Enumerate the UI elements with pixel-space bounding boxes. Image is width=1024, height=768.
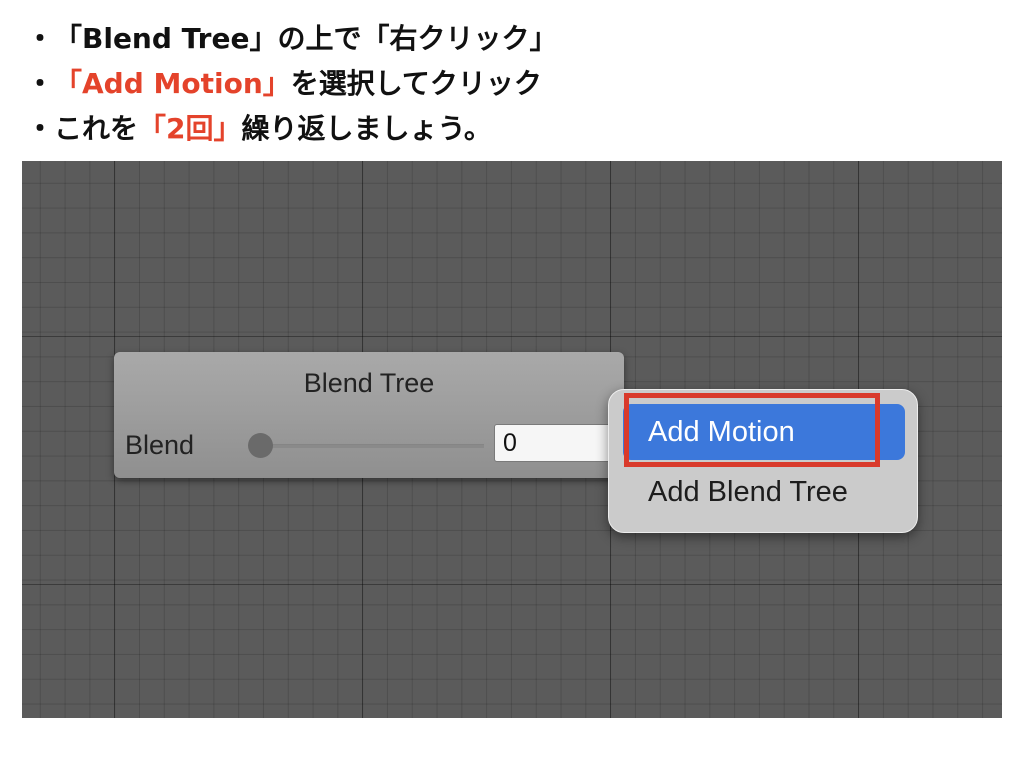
node-title: Blend Tree xyxy=(303,368,435,398)
menu-item-add-blend-tree[interactable]: Add Blend Tree xyxy=(623,464,905,520)
blend-parameter-label: Blend xyxy=(125,430,195,460)
instruction-line-2: ・ 「Add Motion」 を選択してクリック xyxy=(26,59,1006,104)
bullet: ・ xyxy=(26,111,55,145)
blend-slider-track[interactable] xyxy=(262,444,484,448)
annotation-highlight-box xyxy=(624,393,880,467)
instruction-text-1: 「Blend Tree」の上で「右クリック」 xyxy=(54,21,558,55)
instruction-line-1: ・ 「Blend Tree」の上で「右クリック」 xyxy=(26,14,1006,59)
animator-graph-canvas[interactable]: Blend Tree Blend 0 Add Motion Add Blend … xyxy=(22,161,1002,718)
bullet: ・ xyxy=(26,66,55,100)
instruction-highlight-twice: 「2回」 xyxy=(138,111,242,145)
blend-slider-handle[interactable] xyxy=(248,433,273,458)
instruction-text-2: を選択してクリック xyxy=(290,66,542,100)
instruction-highlight-add-motion: 「Add Motion」 xyxy=(54,66,291,100)
blend-tree-node[interactable]: Blend Tree Blend 0 xyxy=(114,352,624,478)
instruction-line-3: ・ これを 「2回」 繰り返しましょう。 xyxy=(26,104,1006,149)
bullet: ・ xyxy=(26,21,55,55)
blend-value-field[interactable]: 0 xyxy=(494,424,614,462)
instruction-text: ・ 「Blend Tree」の上で「右クリック」 ・ 「Add Motion」 … xyxy=(26,14,1006,149)
instruction-prefix-3: これを xyxy=(54,111,139,145)
instruction-text-3: 繰り返しましょう。 xyxy=(241,111,492,145)
